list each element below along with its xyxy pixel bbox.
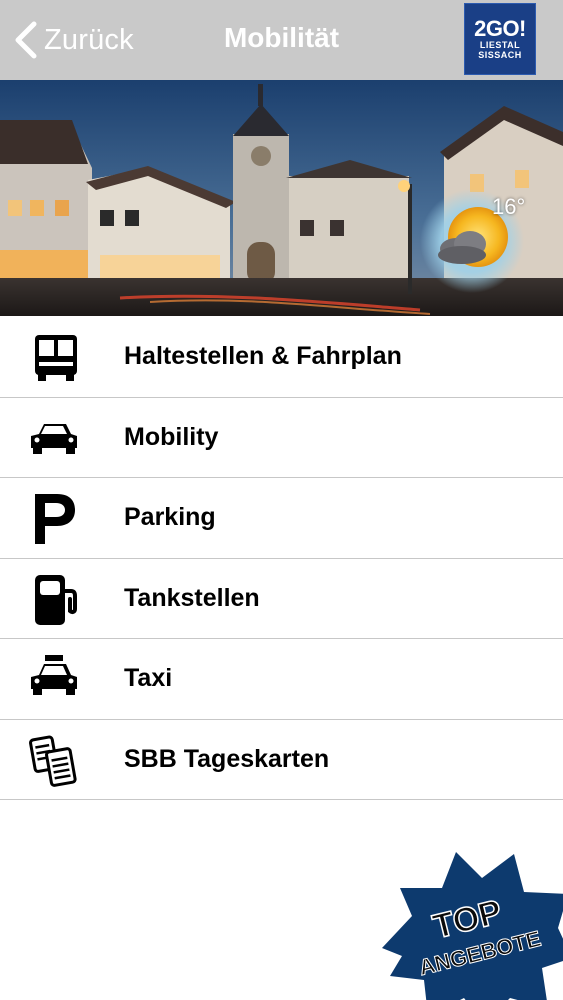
menu-label: Parking (124, 503, 216, 532)
menu-item-mobility[interactable]: Mobility (0, 397, 563, 478)
hero-image: 16° (0, 80, 563, 316)
menu-label: Haltestellen & Fahrplan (124, 342, 402, 371)
tickets-icon (29, 735, 77, 787)
menu-item-taxi[interactable]: Taxi (0, 639, 563, 720)
top-angebote-badge[interactable]: TOP ANGEBOTE (372, 848, 563, 1000)
menu-label: Taxi (124, 664, 173, 693)
navigation-bar: Zurück Mobilität 2GO! LIESTAL SISSACH (0, 0, 563, 80)
fuel-pump-icon (35, 574, 77, 625)
menu-item-parking[interactable]: Parking (0, 478, 563, 559)
menu-item-haltestellen[interactable]: Haltestellen & Fahrplan (0, 317, 563, 398)
bus-icon (35, 335, 77, 381)
star-burst-icon: TOP ANGEBOTE (382, 852, 563, 1000)
logo-sub-text-1: LIESTAL (479, 40, 521, 50)
logo-sub-text-2: SISSACH (478, 50, 522, 60)
parking-icon (35, 494, 75, 544)
mobility-menu: Haltestellen & Fahrplan Mobility Parking (0, 317, 563, 800)
menu-item-sbb-tageskarten[interactable]: SBB Tageskarten (0, 719, 563, 800)
car-icon (31, 423, 77, 454)
menu-label: Mobility (124, 422, 219, 451)
app-logo[interactable]: 2GO! LIESTAL SISSACH (464, 3, 536, 75)
logo-main-text: 2GO! (474, 16, 526, 41)
taxi-icon (31, 655, 77, 695)
menu-item-tankstellen[interactable]: Tankstellen (0, 558, 563, 639)
temperature-label: 16° (492, 194, 526, 219)
menu-label: Tankstellen (124, 583, 260, 612)
menu-label: SBB Tageskarten (124, 744, 330, 773)
